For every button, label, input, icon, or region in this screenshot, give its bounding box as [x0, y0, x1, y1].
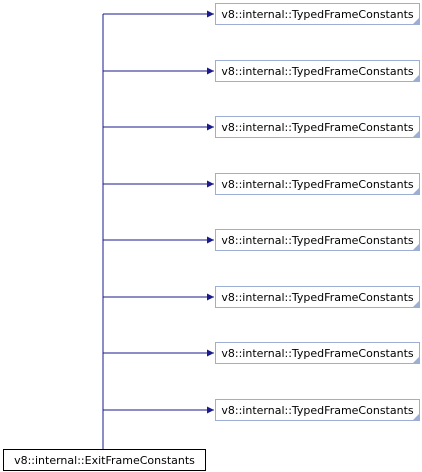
- root-class-label: v8::internal::ExitFrameConstants: [14, 453, 195, 467]
- parent-class-node[interactable]: v8::internal::TypedFrameConstants: [215, 229, 420, 251]
- inheritance-diagram: v8::internal::TypedFrameConstantsv8::int…: [0, 0, 422, 472]
- parent-class-label: v8::internal::TypedFrameConstants: [221, 7, 414, 21]
- root-class-node: v8::internal::ExitFrameConstants: [3, 449, 206, 471]
- parent-class-label: v8::internal::TypedFrameConstants: [221, 290, 414, 304]
- parent-class-node[interactable]: v8::internal::TypedFrameConstants: [215, 3, 420, 25]
- parent-class-node[interactable]: v8::internal::TypedFrameConstants: [215, 173, 420, 195]
- parent-class-node[interactable]: v8::internal::TypedFrameConstants: [215, 116, 420, 138]
- parent-class-node[interactable]: v8::internal::TypedFrameConstants: [215, 60, 420, 82]
- parent-class-node[interactable]: v8::internal::TypedFrameConstants: [215, 286, 420, 308]
- parent-class-node[interactable]: v8::internal::TypedFrameConstants: [215, 342, 420, 364]
- parent-class-label: v8::internal::TypedFrameConstants: [221, 64, 414, 78]
- parent-class-label: v8::internal::TypedFrameConstants: [221, 403, 414, 417]
- parent-class-label: v8::internal::TypedFrameConstants: [221, 120, 414, 134]
- parent-class-label: v8::internal::TypedFrameConstants: [221, 233, 414, 247]
- parent-class-label: v8::internal::TypedFrameConstants: [221, 346, 414, 360]
- parent-class-label: v8::internal::TypedFrameConstants: [221, 177, 414, 191]
- parent-class-node[interactable]: v8::internal::TypedFrameConstants: [215, 399, 420, 421]
